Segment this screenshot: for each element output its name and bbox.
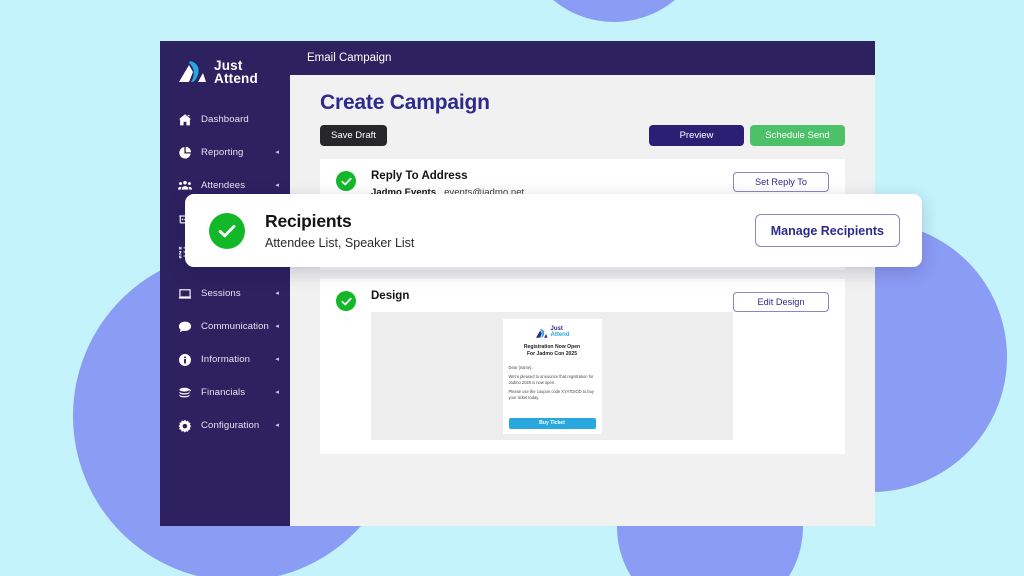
preview-button[interactable]: Preview — [649, 125, 744, 146]
schedule-send-button[interactable]: Schedule Send — [750, 125, 845, 146]
email-logo-text: Just Attend — [551, 326, 570, 338]
recipients-title: Recipients — [265, 211, 352, 231]
step-card-design: Design Just Attend Registration Now Open… — [320, 279, 845, 454]
design-preview-area: Just Attend Registration Now Open For Ja… — [371, 312, 733, 440]
step-title: Reply To Address — [371, 170, 468, 182]
chevron-left-icon: ◂ — [275, 182, 279, 189]
buy-ticket-button[interactable]: Buy Ticket — [508, 417, 596, 429]
chevron-left-icon: ◂ — [275, 290, 279, 297]
set-reply-to-button[interactable]: Set Reply To — [733, 172, 829, 192]
check-circle-icon — [209, 212, 245, 249]
sidebar-item-information[interactable]: Information ◂ — [160, 343, 290, 376]
sidebar-divider-gap — [160, 268, 290, 277]
sidebar-item-dashboard[interactable]: Dashboard — [160, 103, 290, 136]
topbar-title: Email Campaign — [307, 52, 392, 64]
sidebar-label: Communication — [201, 321, 269, 332]
check-circle-icon — [336, 171, 356, 191]
info-circle-icon — [177, 352, 192, 367]
brand-line-2: Attend — [214, 71, 258, 86]
sidebar-label: Attendees — [201, 180, 246, 191]
brand-logo[interactable]: Just Attend — [160, 41, 290, 103]
manage-recipients-button[interactable]: Manage Recipients — [754, 214, 900, 247]
sidebar-label: Reporting — [201, 147, 244, 158]
recipients-body: Recipients Attendee List, Speaker List — [265, 211, 755, 250]
people-group-icon — [177, 178, 192, 193]
sidebar-label: Configuration — [201, 420, 260, 431]
step-title: Design — [371, 290, 410, 302]
sidebar-label: Dashboard — [201, 114, 249, 125]
chevron-left-icon: ◂ — [275, 389, 279, 396]
chevron-left-icon: ◂ — [275, 356, 279, 363]
pie-chart-icon — [177, 145, 192, 160]
sidebar-label: Sessions — [201, 288, 241, 299]
action-row: Save Draft Preview Schedule Send — [320, 125, 845, 146]
email-heading: Registration Now Open For Jadmo Con 2025 — [509, 344, 596, 358]
app-window: Just Attend Dashboard Reporting ◂ Attend… — [160, 41, 875, 526]
presentation-icon — [177, 286, 192, 301]
just-attend-logo-icon — [535, 326, 548, 338]
step-card-body: Design Just Attend Registration Now Open… — [371, 290, 733, 440]
sidebar-item-sessions[interactable]: Sessions ◂ — [160, 277, 290, 310]
sidebar-item-configuration[interactable]: Configuration ◂ — [160, 409, 290, 442]
save-draft-button[interactable]: Save Draft — [320, 125, 387, 146]
email-paragraph: Please use the coupon code XYATDIOD to b… — [508, 389, 594, 400]
email-logo-line-2: Attend — [550, 331, 570, 338]
page-title: Create Campaign — [320, 91, 490, 114]
chevron-left-icon: ◂ — [275, 422, 279, 429]
email-heading-line-2: For Jadmo Con 2025 — [526, 350, 578, 357]
email-paragraph: We're pleased to announce that registrat… — [508, 374, 594, 385]
email-heading-line-1: Registration Now Open — [523, 343, 581, 350]
sidebar-item-financials[interactable]: Financials ◂ — [160, 376, 290, 409]
gear-icon — [177, 418, 192, 433]
coins-stack-icon — [177, 385, 192, 400]
sidebar-item-communication[interactable]: Communication ◂ — [160, 310, 290, 343]
just-attend-logo-icon — [177, 59, 207, 85]
main-region: Email Campaign Create Campaign Save Draf… — [290, 41, 875, 526]
sidebar-label: Information — [201, 354, 251, 365]
sidebar-item-reporting[interactable]: Reporting ◂ — [160, 136, 290, 169]
check-circle-icon — [336, 291, 356, 311]
screenshot-stage: Just Attend Dashboard Reporting ◂ Attend… — [0, 0, 1024, 576]
brand-text: Just Attend — [214, 58, 258, 86]
chevron-left-icon: ◂ — [275, 149, 279, 156]
background-circle-top — [519, 0, 709, 22]
sidebar: Just Attend Dashboard Reporting ◂ Attend… — [160, 41, 290, 526]
chevron-left-icon: ◂ — [275, 323, 279, 330]
topbar: Email Campaign — [290, 41, 875, 75]
email-logo: Just Attend — [509, 326, 596, 338]
edit-design-button[interactable]: Edit Design — [733, 292, 829, 312]
home-icon — [177, 112, 192, 127]
sidebar-label: Financials — [201, 387, 246, 398]
email-paragraph: Dear {name}, — [508, 364, 533, 370]
chat-bubble-icon — [177, 319, 192, 334]
content-area: Create Campaign Save Draft Preview Sched… — [290, 75, 875, 526]
recipients-overlay-card: Recipients Attendee List, Speaker List M… — [185, 194, 922, 267]
email-thumbnail[interactable]: Just Attend Registration Now Open For Ja… — [502, 318, 602, 434]
recipients-subtitle: Attendee List, Speaker List — [265, 236, 415, 250]
